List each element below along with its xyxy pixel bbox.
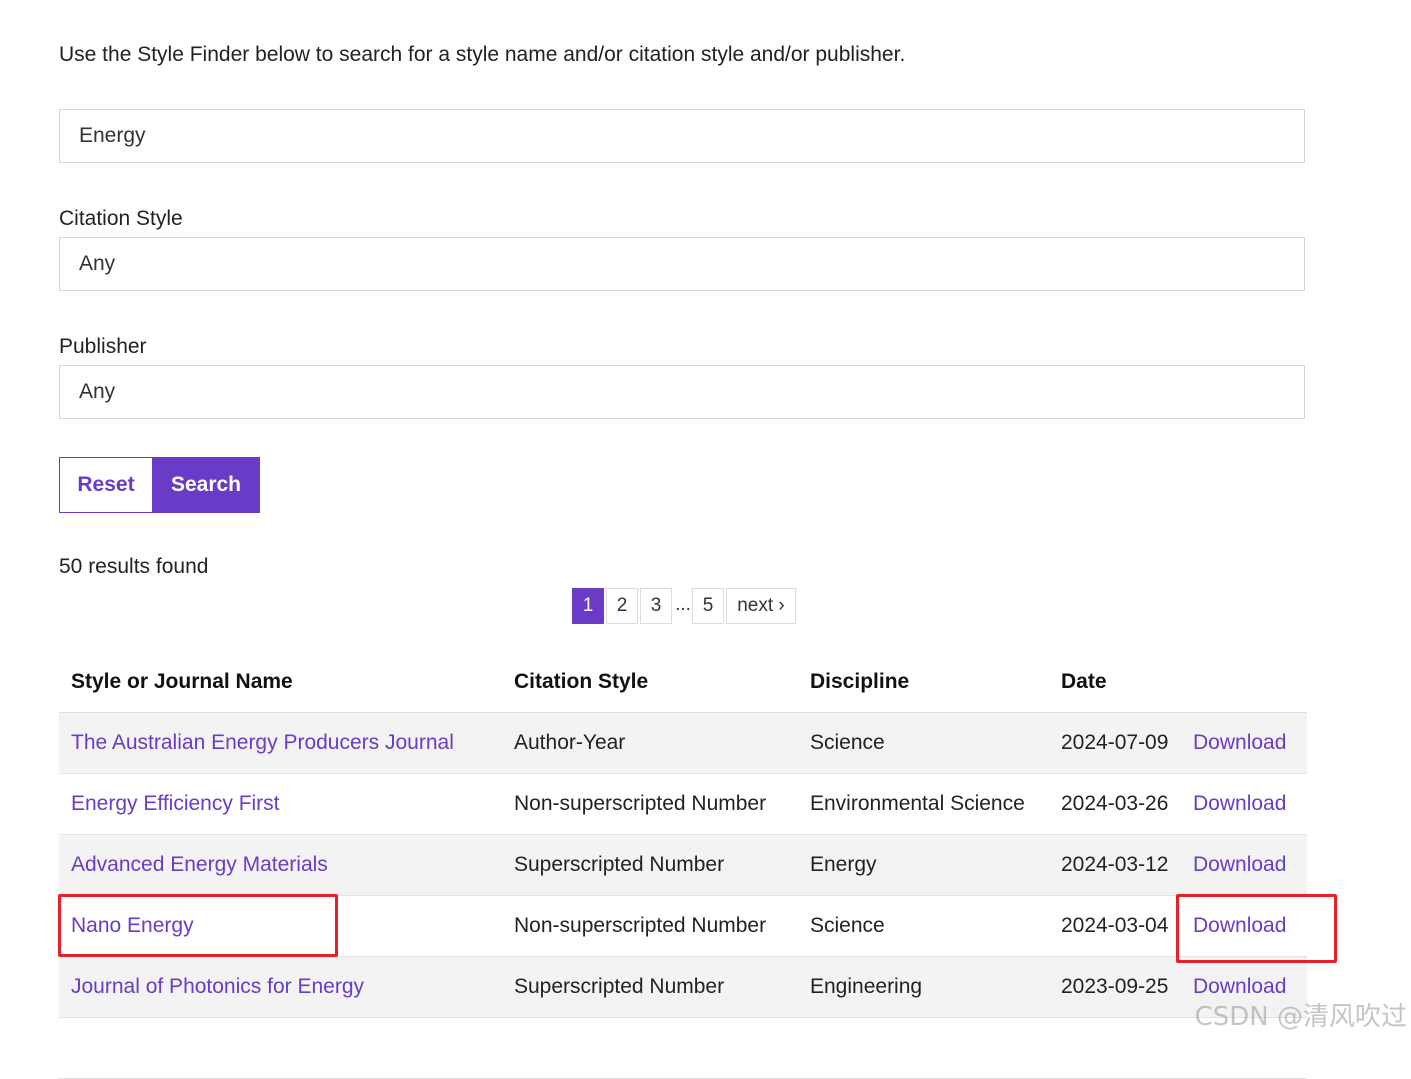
page-2-link[interactable]: 2 bbox=[606, 588, 638, 624]
column-header-name: Style or Journal Name bbox=[59, 652, 502, 713]
page-5-link[interactable]: 5 bbox=[692, 588, 724, 624]
column-header-discipline: Discipline bbox=[798, 652, 1049, 713]
table-row: Energy Efficiency First Non-superscripte… bbox=[59, 773, 1307, 835]
results-table: Style or Journal Name Citation Style Dis… bbox=[59, 652, 1307, 1079]
date-cell: 2024-07-09 bbox=[1049, 712, 1181, 774]
table-row: Advanced Energy Materials Superscripted … bbox=[59, 834, 1307, 896]
watermark: CSDN @清风吹过 bbox=[1194, 1002, 1407, 1032]
discipline-cell: Science bbox=[798, 895, 1049, 957]
journal-name-link[interactable]: Energy Efficiency First bbox=[71, 792, 280, 815]
discipline-cell: Environmental Science bbox=[798, 773, 1049, 835]
style-name-search-input[interactable]: Energy bbox=[59, 109, 1305, 163]
citation-style-cell: Author-Year bbox=[502, 712, 798, 774]
next-page-link[interactable]: next › bbox=[726, 588, 796, 624]
discipline-cell: Energy bbox=[798, 834, 1049, 896]
download-link[interactable]: Download bbox=[1193, 792, 1286, 815]
pagination-ellipsis: ... bbox=[674, 588, 692, 624]
table-row: Nano Energy Non-superscripted Number Sci… bbox=[59, 895, 1307, 957]
citation-style-cell: Non-superscripted Number bbox=[502, 773, 798, 835]
download-link[interactable]: Download bbox=[1193, 914, 1286, 937]
column-header-action bbox=[1181, 652, 1307, 713]
download-link[interactable]: Download bbox=[1193, 731, 1286, 754]
discipline-cell: Science bbox=[798, 712, 1049, 774]
journal-name-link[interactable]: The Australian Energy Producers Journal bbox=[71, 731, 454, 754]
page-1-link[interactable]: 1 bbox=[572, 588, 604, 624]
date-cell: 2024-03-12 bbox=[1049, 834, 1181, 896]
citation-style-cell: Non-superscripted Number bbox=[502, 895, 798, 957]
table-header-row: Style or Journal Name Citation Style Dis… bbox=[59, 652, 1307, 713]
results-count: 50 results found bbox=[59, 555, 209, 578]
citation-style-select[interactable]: Any bbox=[59, 237, 1305, 291]
citation-style-cell: Superscripted Number bbox=[502, 956, 798, 1018]
journal-name-link[interactable]: Nano Energy bbox=[71, 914, 194, 937]
table-row: Journal of Photonics for Energy Superscr… bbox=[59, 956, 1307, 1018]
search-button[interactable]: Search bbox=[152, 457, 260, 513]
discipline-cell: Engineering bbox=[798, 956, 1049, 1018]
date-cell: 2023-09-25 bbox=[1049, 956, 1181, 1018]
journal-name-link[interactable]: Journal of Photonics for Energy bbox=[71, 975, 364, 998]
table-row: The Australian Energy Producers Journal … bbox=[59, 712, 1307, 774]
date-cell: 2024-03-04 bbox=[1049, 895, 1181, 957]
citation-style-label: Citation Style bbox=[59, 207, 183, 230]
download-link[interactable]: Download bbox=[1193, 975, 1286, 998]
date-cell: 2024-03-26 bbox=[1049, 773, 1181, 835]
table-row-partial bbox=[59, 1017, 1307, 1079]
publisher-label: Publisher bbox=[59, 335, 147, 358]
citation-style-cell: Superscripted Number bbox=[502, 834, 798, 896]
column-header-date: Date bbox=[1049, 652, 1181, 713]
publisher-select[interactable]: Any bbox=[59, 365, 1305, 419]
journal-name-link[interactable]: Advanced Energy Materials bbox=[71, 853, 328, 876]
pagination: 1 2 3 ... 5 next › bbox=[572, 588, 798, 624]
reset-button[interactable]: Reset bbox=[59, 457, 153, 513]
column-header-citation-style: Citation Style bbox=[502, 652, 798, 713]
download-link[interactable]: Download bbox=[1193, 853, 1286, 876]
intro-text: Use the Style Finder below to search for… bbox=[59, 43, 906, 66]
page-3-link[interactable]: 3 bbox=[640, 588, 672, 624]
